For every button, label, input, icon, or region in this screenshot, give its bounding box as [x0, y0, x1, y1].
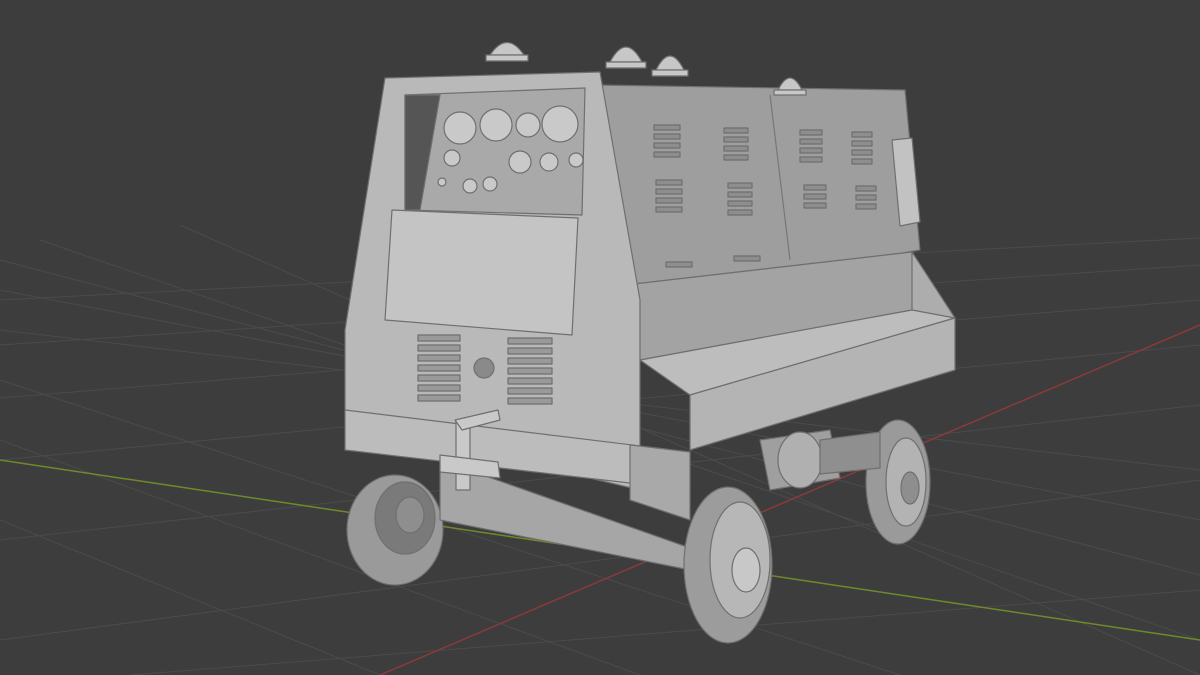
center-port [473, 357, 495, 379]
axle-hub [777, 431, 823, 489]
rear-left-wheel [346, 474, 444, 586]
axle-bracket [819, 431, 881, 475]
panel-door [384, 209, 579, 336]
front-right-wheel [683, 486, 773, 644]
viewport-canvas[interactable] [0, 0, 1200, 675]
3d-viewport[interactable] [0, 0, 1200, 675]
